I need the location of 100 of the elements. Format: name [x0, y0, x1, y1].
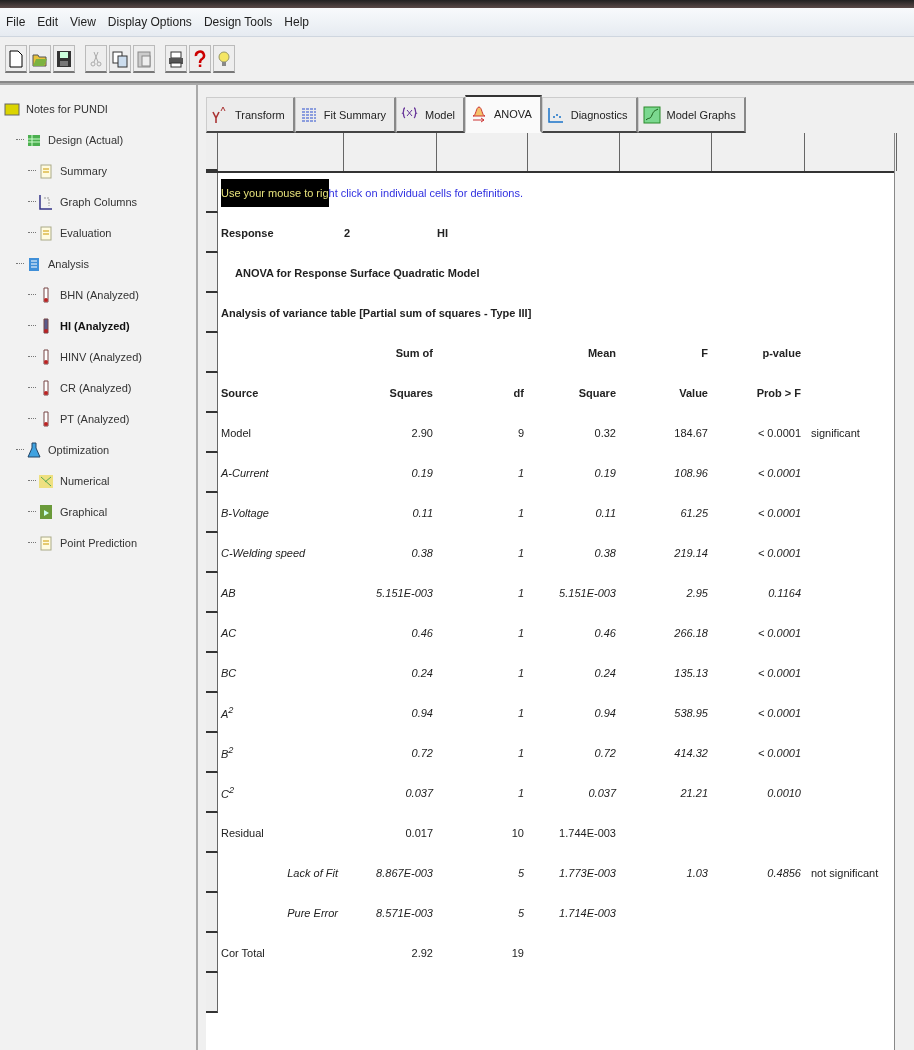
- table-cell: 0.037: [588, 787, 616, 799]
- tree-item[interactable]: HI (Analyzed): [60, 319, 130, 332]
- row-header[interactable]: [206, 893, 218, 933]
- table-cell: Cor Total: [221, 947, 265, 959]
- table-cell: 1.773E-003: [559, 867, 616, 879]
- row-header[interactable]: [206, 253, 218, 293]
- table-cell: significant: [811, 427, 860, 439]
- tree-item[interactable]: Optimization: [48, 443, 110, 456]
- row-header[interactable]: [206, 373, 218, 413]
- tab[interactable]: Model: [396, 97, 466, 133]
- row-header[interactable]: [206, 813, 218, 853]
- tree-item[interactable]: Graphical: [60, 505, 108, 518]
- tree-item[interactable]: PT (Analyzed): [60, 412, 130, 425]
- row-header[interactable]: [206, 493, 218, 533]
- cut-button[interactable]: [85, 45, 107, 73]
- table-cell: 1.744E-003: [559, 827, 616, 839]
- tree-item[interactable]: HINV (Analyzed): [60, 350, 142, 363]
- row-header[interactable]: [206, 733, 218, 773]
- column-heading: p-value: [762, 347, 801, 359]
- save-icon: [56, 49, 72, 68]
- chart-icon: [38, 193, 54, 210]
- tree-item[interactable]: Summary: [60, 164, 108, 177]
- row-header[interactable]: [206, 853, 218, 893]
- row-header[interactable]: [206, 333, 218, 373]
- lightbulb-icon: [216, 49, 232, 68]
- table-cell: 0.24: [594, 667, 616, 679]
- table-cell: 1: [517, 627, 524, 639]
- tab[interactable]: Fit Summary: [294, 97, 397, 133]
- list-icon: [26, 255, 42, 272]
- table-cell: < 0.0001: [757, 707, 801, 719]
- lightbulb-button[interactable]: [213, 45, 235, 73]
- table-cell: 1: [517, 507, 524, 519]
- flask-icon: [26, 441, 42, 458]
- table-cell: 1: [517, 747, 524, 759]
- row-header[interactable]: [206, 133, 218, 171]
- tree-item[interactable]: Notes for PUNDI: [26, 102, 108, 115]
- menu-item[interactable]: Display Options: [107, 15, 192, 29]
- clipboard-icon: [136, 49, 152, 68]
- row-header[interactable]: [206, 453, 218, 493]
- response-name: HI: [437, 227, 448, 239]
- menu-item[interactable]: Edit: [37, 15, 59, 29]
- table-cell: AB: [221, 587, 236, 599]
- table-cell: 5.151E-003: [559, 587, 616, 599]
- tree-item[interactable]: Point Prediction: [60, 536, 138, 549]
- tree-item[interactable]: Design (Actual): [48, 133, 124, 146]
- row-header[interactable]: [206, 973, 218, 1013]
- print-button[interactable]: [165, 45, 187, 73]
- row-header[interactable]: [206, 293, 218, 333]
- menu-item[interactable]: View: [70, 15, 96, 29]
- row-header[interactable]: [206, 613, 218, 653]
- tree-item[interactable]: Graph Columns: [60, 195, 138, 208]
- report-subtitle: Analysis of variance table [Partial sum of squares - Type III]: [221, 307, 532, 319]
- table-cell: 1: [517, 547, 524, 559]
- row-header[interactable]: [206, 413, 218, 453]
- menu-item[interactable]: Help: [284, 15, 310, 29]
- tree-item[interactable]: Analysis: [48, 257, 89, 270]
- column-heading: Source: [221, 387, 259, 399]
- table-cell: 10: [511, 827, 524, 839]
- copy-button[interactable]: [109, 45, 131, 73]
- table-cell: 8.867E-003: [376, 867, 433, 879]
- column-heading: Squares: [389, 387, 433, 399]
- table-cell: < 0.0001: [757, 427, 801, 439]
- tab[interactable]: Model Graphs: [637, 97, 746, 133]
- tab[interactable]: Diagnostics: [541, 97, 638, 133]
- scatter-plot-icon: [546, 105, 565, 124]
- row-header[interactable]: [206, 213, 218, 253]
- response-number: 2: [344, 227, 351, 239]
- tree-item[interactable]: Numerical: [60, 474, 110, 487]
- page-icon: [8, 49, 24, 68]
- table-cell: A$^{2}$: [221, 708, 234, 721]
- open-button[interactable]: [29, 45, 51, 73]
- tree-item[interactable]: CR (Analyzed): [60, 381, 132, 394]
- table-cell: 5: [517, 867, 524, 879]
- tree-item[interactable]: Evaluation: [60, 226, 112, 239]
- row-header[interactable]: [206, 173, 218, 213]
- table-cell: 135.13: [674, 667, 708, 679]
- table-cell: 0.38: [411, 547, 433, 559]
- row-header[interactable]: [206, 693, 218, 733]
- row-header[interactable]: [206, 773, 218, 813]
- copy-icon: [112, 49, 128, 68]
- tree-item[interactable]: BHN (Analyzed): [60, 288, 139, 301]
- row-header[interactable]: [206, 533, 218, 573]
- table-cell: 0.19: [411, 467, 433, 479]
- new-button[interactable]: [5, 45, 27, 73]
- tab[interactable]: Transform: [206, 97, 295, 133]
- tab[interactable]: ANOVA: [465, 95, 542, 133]
- row-header[interactable]: [206, 653, 218, 693]
- help-button[interactable]: [189, 45, 211, 73]
- menu-item[interactable]: Design Tools: [203, 15, 273, 29]
- table-cell: 1: [517, 467, 524, 479]
- row-header[interactable]: [206, 573, 218, 613]
- paste-button[interactable]: [133, 45, 155, 73]
- menu-item[interactable]: File: [6, 15, 26, 29]
- column-heading: Square: [578, 387, 616, 399]
- table-cell: 0.0010: [767, 787, 801, 799]
- table-cell: B-Voltage: [221, 507, 269, 519]
- table-cell: 0.11: [595, 507, 616, 519]
- save-button[interactable]: [53, 45, 75, 73]
- scissors-icon: [88, 49, 104, 68]
- row-header[interactable]: [206, 933, 218, 973]
